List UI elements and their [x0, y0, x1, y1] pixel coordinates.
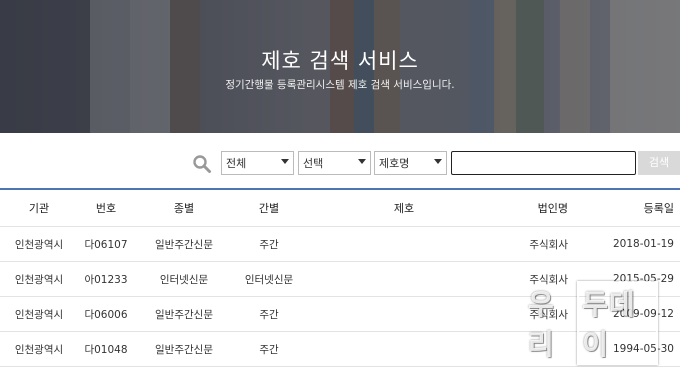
cell-org: 인천광역시: [14, 238, 64, 251]
header-type[interactable]: 종별: [134, 190, 234, 226]
page-subtitle: 정기간행물 등록관리시스템 제호 검색 서비스입니다.: [225, 79, 455, 91]
cell-freq: 인터넷신문: [244, 273, 294, 286]
chevron-down-icon: [281, 159, 289, 164]
table-row[interactable]: 인천광역시 다06107 일반주간신문 주간 주식회사 2018-01-19: [0, 227, 680, 262]
search-bar: 전체 선택 제호명 검색: [0, 151, 680, 177]
header-title[interactable]: 제호: [304, 190, 504, 226]
cell-freq: 주간: [259, 238, 279, 251]
table-header: 기관 번호 종별 간별 제호 법인명 등록일: [0, 190, 680, 227]
cell-title[interactable]: [304, 227, 504, 261]
cell-freq: 주간: [259, 343, 279, 356]
header-org[interactable]: 기관: [0, 190, 78, 226]
chevron-down-icon: [434, 159, 442, 164]
cell-org: 인천광역시: [14, 308, 64, 321]
cell-num: 아01233: [84, 273, 128, 286]
field-select[interactable]: 제호명: [374, 151, 447, 175]
cell-type: 일반주간신문: [155, 308, 213, 321]
header-date[interactable]: 등록일: [590, 190, 674, 226]
header-freq[interactable]: 간별: [234, 190, 304, 226]
cell-corp: 주식회사: [529, 238, 568, 251]
hero-banner: 제호 검색 서비스 정기간행물 등록관리시스템 제호 검색 서비스입니다.: [0, 0, 680, 133]
watermark-logo: 우리 두데이: [528, 281, 658, 365]
type-select[interactable]: 선택: [298, 151, 371, 175]
cell-num: 다01048: [84, 343, 128, 356]
cell-org: 인천광역시: [14, 343, 64, 356]
cell-title[interactable]: [304, 297, 504, 331]
cell-num: 다06006: [84, 308, 128, 321]
cell-freq: 주간: [259, 308, 279, 321]
header-num[interactable]: 번호: [78, 190, 134, 226]
cell-title[interactable]: [304, 262, 504, 296]
org-select[interactable]: 전체: [221, 151, 294, 175]
cell-title[interactable]: [304, 332, 504, 366]
header-corp[interactable]: 법인명: [490, 190, 568, 226]
watermark-boxed-text: 두데이: [577, 281, 658, 365]
cell-num: 다06107: [84, 238, 128, 251]
search-input[interactable]: [451, 151, 636, 175]
chevron-down-icon: [358, 159, 366, 164]
cell-org: 인천광역시: [14, 273, 64, 286]
cell-date: 2018-01-19: [612, 238, 674, 250]
cell-type: 일반주간신문: [155, 238, 213, 251]
search-icon: [193, 155, 211, 173]
watermark-text: 우리: [528, 288, 555, 361]
page-title: 제호 검색 서비스: [261, 49, 419, 73]
cell-type: 인터넷신문: [159, 273, 209, 286]
cell-type: 일반주간신문: [155, 343, 213, 356]
search-button[interactable]: 검색: [638, 151, 680, 175]
